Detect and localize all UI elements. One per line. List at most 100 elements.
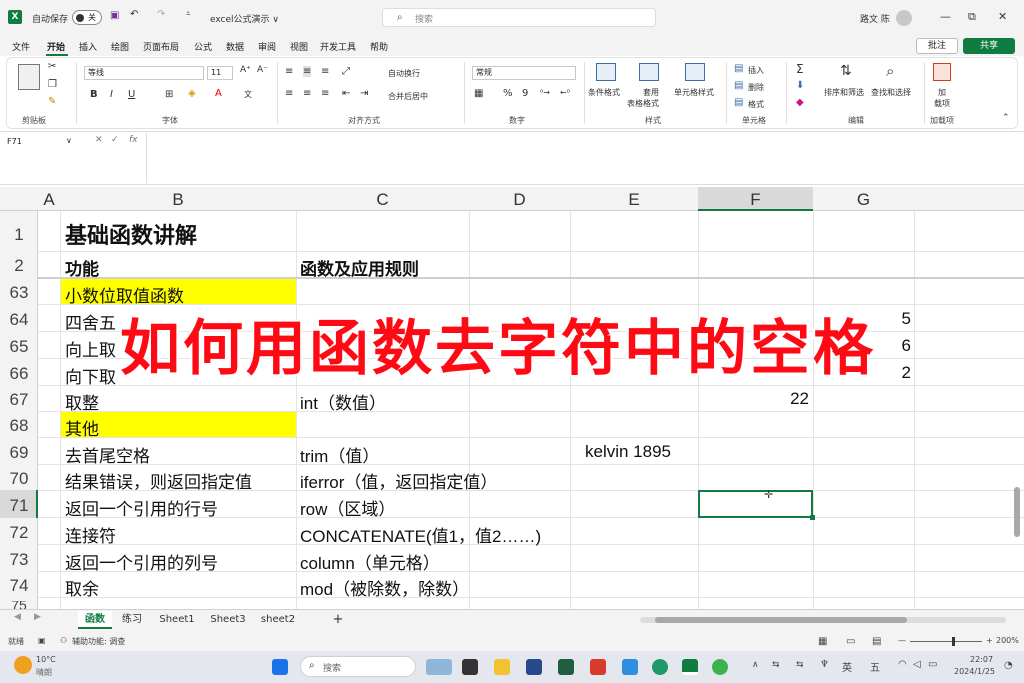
vertical-scrollbar-thumb[interactable] [1014,487,1020,537]
accessibility-icon[interactable]: ⚇ [60,636,67,645]
align-top-icon[interactable]: ≡ [285,66,293,77]
decrease-font-icon[interactable]: A⁻ [257,65,268,75]
table-cell[interactable]: 四舍五 [65,309,116,334]
tab-data[interactable]: 数据 [226,40,244,53]
zoom-slider[interactable] [910,641,982,642]
insert-function-button[interactable]: fx [129,135,138,145]
customize-qat-icon[interactable]: ⩡ [186,9,191,19]
battery-icon[interactable]: ▭ [928,659,937,670]
decrease-indent-icon[interactable]: ⇤ [342,88,350,99]
table-cell[interactable]: 返回一个引用的列号 [65,549,218,574]
tray-app-icon[interactable]: ⇆ [796,660,804,670]
avatar[interactable] [896,10,912,26]
sheet-title-cell[interactable]: 基础函数讲解 [65,218,197,250]
tray-app-icon[interactable]: ⇆ [772,660,780,670]
sheet-tab-sheet1[interactable]: Sheet1 [154,611,200,629]
table-format-icon[interactable] [639,63,659,81]
table-cell[interactable]: CONCATENATE(值1，值2……) [300,522,541,547]
column-header-a[interactable]: A [38,187,60,211]
format-cells-button[interactable]: 格式 [748,99,764,110]
decrease-decimal-icon[interactable]: ←⁰ [560,88,570,97]
minimize-button[interactable]: — [940,10,951,23]
table-cell[interactable]: mod（被除数，除数） [300,575,469,600]
weather-icon[interactable] [14,656,32,674]
table-cell[interactable]: iferror（值，返回指定值） [300,468,497,493]
app-icon[interactable] [526,659,542,675]
align-middle-icon[interactable]: ≡ [303,66,312,77]
sheet-tab-practice[interactable]: 练习 [114,611,150,629]
row-header[interactable]: 64 [0,310,38,330]
edge-icon[interactable] [652,659,668,675]
clock-time[interactable]: 22:07 [970,655,993,664]
row-header[interactable]: 74 [0,576,38,596]
fill-handle[interactable] [810,515,815,520]
notification-icon[interactable]: ◔ [1004,660,1013,671]
row-header[interactable]: 75 [0,601,38,609]
conditional-format-button[interactable]: 条件格式 [588,87,620,98]
font-name-select[interactable]: 等线 [84,66,204,80]
microphone-icon[interactable]: ♆ [820,659,829,670]
cut-icon[interactable]: ✂ [48,61,56,72]
phonetic-icon[interactable]: 文 [244,89,252,100]
table-cell[interactable]: column（单元格） [300,549,440,574]
sort-filter-button[interactable]: 排序和筛选 [824,87,864,98]
table-format-button[interactable]: 套用 [643,87,659,98]
increase-font-icon[interactable]: A⁺ [240,65,251,75]
addins-button[interactable]: 加 [938,87,946,98]
macro-record-icon[interactable]: ▣ [38,636,46,645]
share-button[interactable]: 共享 [963,38,1015,54]
orientation-icon[interactable]: ⤢ [342,66,350,77]
column-header-d[interactable]: D [469,187,570,211]
fill-color-icon[interactable]: ◈ [188,88,196,99]
align-bottom-icon[interactable]: ≡ [321,66,329,77]
add-sheet-button[interactable]: + [330,611,346,629]
tab-file[interactable]: 文件 [12,40,30,53]
redo-icon[interactable]: ↷ [157,9,165,20]
addins-icon[interactable] [933,63,951,81]
font-color-icon[interactable]: A [215,88,222,99]
row-header[interactable]: 69 [0,443,38,463]
table-cell[interactable]: 结果错误，则返回指定值 [65,468,252,493]
page-layout-view-icon[interactable]: ▭ [846,636,855,647]
row-header[interactable]: 65 [0,337,38,357]
bold-button[interactable]: B [90,89,98,100]
cell-styles-icon[interactable] [685,63,705,81]
fill-icon[interactable]: ⬇ [796,80,804,91]
row-header[interactable]: 71 [0,496,38,516]
clock-date[interactable]: 2024/1/25 [954,667,995,676]
tab-insert[interactable]: 插入 [79,40,97,53]
undo-icon[interactable]: ↶ [130,9,138,20]
formula-input[interactable] [152,135,1014,181]
border-icon[interactable]: ⊞ [165,89,173,100]
row-header[interactable]: 66 [0,364,38,384]
insert-cells-button[interactable]: 插入 [748,65,764,76]
start-icon[interactable] [272,659,288,675]
normal-view-icon[interactable]: ▦ [818,636,827,647]
name-box-dropdown-icon[interactable]: ∨ [66,136,72,145]
paste-icon[interactable] [18,64,40,90]
tab-formulas[interactable]: 公式 [194,40,212,53]
cell-styles-button[interactable]: 单元格样式 [674,87,714,98]
app-icon[interactable] [590,659,606,675]
cancel-edit-icon[interactable]: ✕ [95,135,103,145]
number-format-select[interactable]: 常规 [472,66,576,80]
tab-view[interactable]: 视图 [290,40,308,53]
column-header-g[interactable]: G [813,187,914,211]
row-header[interactable]: 2 [0,256,38,276]
font-size-select[interactable]: 11 [207,66,233,80]
comma-style-button[interactable]: 9 [522,88,528,99]
user-name[interactable]: 路文 陈 [860,12,890,25]
sheet-tab-sheet3[interactable]: Sheet3 [204,611,252,629]
sheet-tab-sheet2[interactable]: sheet2 [256,611,300,629]
header-cell-rules[interactable]: 函数及应用规则 [300,255,419,280]
column-header-b[interactable]: B [60,187,296,211]
zoom-in-button[interactable]: + [986,636,993,645]
column-header-f[interactable]: F [698,187,813,211]
italic-button[interactable]: I [110,89,113,100]
row-header[interactable]: 73 [0,550,38,570]
tab-help[interactable]: 帮助 [370,40,388,53]
document-title[interactable]: excel公式演示 ∨ [210,12,279,25]
app-icon[interactable] [622,659,638,675]
align-right-icon[interactable]: ≡ [321,88,329,99]
sheet-tab-functions[interactable]: 函数 [78,611,112,629]
